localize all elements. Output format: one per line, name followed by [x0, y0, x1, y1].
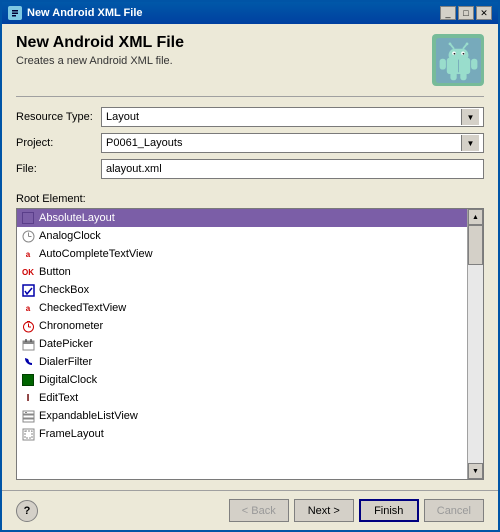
list-item[interactable]: OK Button	[17, 263, 467, 281]
android-logo	[432, 34, 484, 86]
scroll-up-button[interactable]: ▲	[468, 209, 483, 225]
edittext-icon: I	[21, 391, 35, 405]
list-item-label: FrameLayout	[39, 428, 104, 440]
absolutelayout-icon	[21, 211, 35, 225]
resource-type-label: Resource Type:	[16, 111, 101, 123]
scroll-thumb[interactable]	[468, 225, 483, 265]
minimize-button[interactable]: _	[440, 6, 456, 20]
root-element-list-container: AbsoluteLayout AnalogClock a AutoComple	[16, 208, 484, 480]
list-item[interactable]: DatePicker	[17, 335, 467, 353]
list-item[interactable]: I EditText	[17, 389, 467, 407]
resource-type-row: Resource Type: Layout ▼	[16, 107, 484, 127]
file-input[interactable]: alayout.xml	[101, 159, 484, 179]
list-item[interactable]: AbsoluteLayout	[17, 209, 467, 227]
title-bar-buttons: _ □ ✕	[440, 6, 492, 20]
dialerfilter-icon	[21, 355, 35, 369]
scroll-down-button[interactable]: ▼	[468, 463, 483, 479]
list-item-label: Button	[39, 266, 71, 278]
list-scrollbar[interactable]: ▲ ▼	[467, 209, 483, 479]
dialog-title: New Android XML File	[16, 34, 184, 52]
dialog-content: New Android XML File Creates a new Andro…	[2, 24, 498, 490]
analogclock-icon	[21, 229, 35, 243]
list-item[interactable]: a AutoCompleteTextView	[17, 245, 467, 263]
list-item-label: DigitalClock	[39, 374, 97, 386]
button-row: ? < Back Next > Finish Cancel	[16, 499, 484, 522]
project-dropdown[interactable]: ▼	[461, 135, 479, 151]
resource-type-input[interactable]: Layout ▼	[101, 107, 484, 127]
list-item[interactable]: CheckBox	[17, 281, 467, 299]
window-icon	[8, 6, 22, 20]
button-icon: OK	[21, 265, 35, 279]
resource-type-value: Layout	[106, 111, 139, 123]
list-item-label: EditText	[39, 392, 78, 404]
close-button[interactable]: ✕	[476, 6, 492, 20]
list-item[interactable]: AnalogClock	[17, 227, 467, 245]
root-element-label: Root Element:	[16, 193, 86, 205]
project-row: Project: P0061_Layouts ▼	[16, 133, 484, 153]
list-item[interactable]: DigitalClock	[17, 371, 467, 389]
bottom-panel: ? < Back Next > Finish Cancel	[2, 490, 498, 530]
list-item[interactable]: ExpandableListView	[17, 407, 467, 425]
project-input[interactable]: P0061_Layouts ▼	[101, 133, 484, 153]
list-item-label: ExpandableListView	[39, 410, 138, 422]
list-item-label: AbsoluteLayout	[39, 212, 115, 224]
list-item[interactable]: FrameLayout	[17, 425, 467, 443]
header-divider	[16, 96, 484, 97]
project-label: Project:	[16, 137, 101, 149]
file-row: File: alayout.xml	[16, 159, 484, 179]
finish-button[interactable]: Finish	[359, 499, 419, 522]
checkbox-icon	[21, 283, 35, 297]
title-bar: New Android XML File _ □ ✕	[2, 2, 498, 24]
list-item-label: DatePicker	[39, 338, 93, 350]
root-element-list[interactable]: AbsoluteLayout AnalogClock a AutoComple	[17, 209, 467, 479]
maximize-button[interactable]: □	[458, 6, 474, 20]
list-item-label: DialerFilter	[39, 356, 92, 368]
checkedtextview-icon: a	[21, 301, 35, 315]
list-item[interactable]: DialerFilter	[17, 353, 467, 371]
list-item-label: Chronometer	[39, 320, 103, 332]
chronometer-icon	[21, 319, 35, 333]
header-section: New Android XML File Creates a new Andro…	[16, 34, 484, 86]
list-item-label: CheckedTextView	[39, 302, 126, 314]
expandablelistview-icon	[21, 409, 35, 423]
header-text: New Android XML File Creates a new Andro…	[16, 34, 184, 67]
file-label: File:	[16, 163, 101, 175]
cancel-button[interactable]: Cancel	[424, 499, 484, 522]
digitalclock-icon	[21, 373, 35, 387]
list-item[interactable]: a CheckedTextView	[17, 299, 467, 317]
resource-type-dropdown[interactable]: ▼	[461, 109, 479, 125]
project-value: P0061_Layouts	[106, 137, 182, 149]
autocomplete-icon: a	[21, 247, 35, 261]
list-item-label: CheckBox	[39, 284, 89, 296]
main-window: New Android XML File _ □ ✕ New Android X…	[0, 0, 500, 532]
title-bar-left: New Android XML File	[8, 6, 143, 20]
framelayout-icon	[21, 427, 35, 441]
next-button[interactable]: Next >	[294, 499, 354, 522]
window-title: New Android XML File	[27, 7, 143, 19]
scroll-track[interactable]	[468, 225, 483, 463]
list-item-label: AnalogClock	[39, 230, 101, 242]
dialog-description: Creates a new Android XML file.	[16, 55, 184, 67]
list-item-label: AutoCompleteTextView	[39, 248, 153, 260]
help-button[interactable]: ?	[16, 500, 38, 522]
navigation-buttons: < Back Next > Finish Cancel	[229, 499, 484, 522]
datepicker-icon	[21, 337, 35, 351]
back-button[interactable]: < Back	[229, 499, 289, 522]
list-item[interactable]: Chronometer	[17, 317, 467, 335]
file-value: alayout.xml	[106, 163, 479, 175]
